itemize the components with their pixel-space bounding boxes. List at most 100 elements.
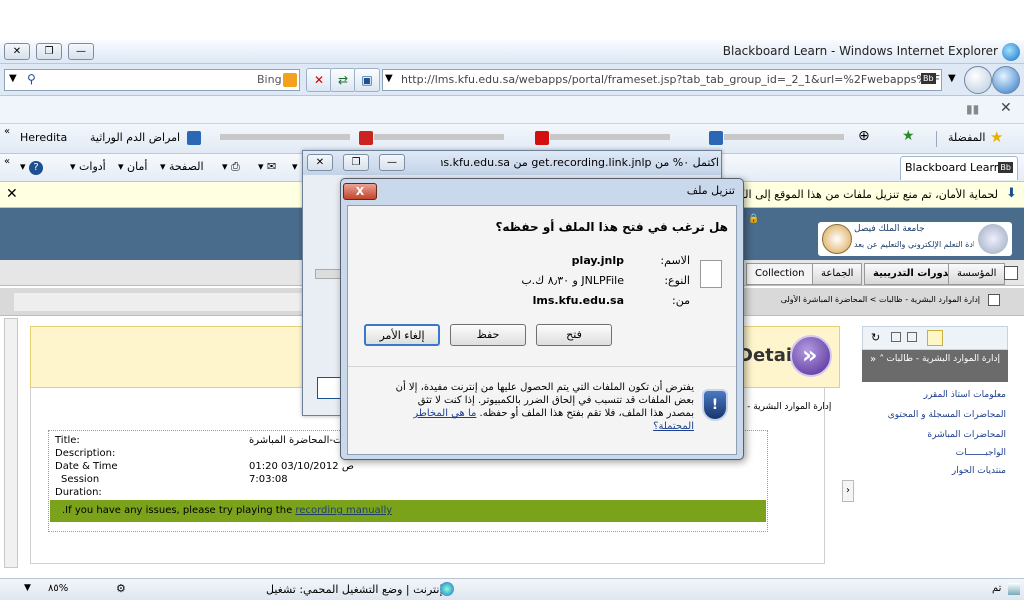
history-dropdown-icon[interactable]: ▼ — [948, 73, 956, 84]
zoom-dropdown-icon[interactable]: ▼ — [24, 583, 31, 593]
cmd-overflow-icon[interactable]: « — [4, 156, 10, 167]
search-icon[interactable]: ⚲ — [27, 72, 36, 86]
logo-line-1: جامعة الملك فيصل — [854, 224, 925, 234]
status-bar: ▼ ٨٥% ⚙ إنترنت | وضع التشغيل المحمي: تشغ… — [0, 578, 1024, 600]
progress-minimize-button[interactable]: — — [379, 154, 405, 171]
menu-view-icon[interactable] — [927, 330, 943, 346]
download-blocked-icon: ⬇ — [1006, 186, 1017, 201]
forward-button[interactable] — [964, 66, 992, 94]
left-scrollbar[interactable] — [4, 318, 18, 568]
university-logo[interactable]: جامعة الملك فيصل عمادة التعلم الإلكتروني… — [818, 222, 1012, 256]
type-label: النوع: — [664, 274, 690, 287]
sidebar-link-0[interactable]: معلومات استاذ المقرر — [924, 390, 1006, 400]
address-url[interactable]: http://lms.kfu.edu.sa/webapps/portal/fra… — [401, 73, 940, 86]
refresh-menu-icon[interactable]: ↻ — [871, 331, 880, 344]
favorites-button-label[interactable]: المفضلة — [948, 131, 985, 144]
print-icon[interactable]: ▾ ⎙ — [222, 160, 240, 174]
youtube-icon[interactable] — [535, 131, 549, 145]
site-badge-icon: Bb — [921, 73, 936, 84]
fav-item-hereditary[interactable]: Hereditа — [20, 131, 67, 144]
address-row: ▼ ⚲ Bing ✕ ⇄ ▣ ▼ http://lms.kfu.edu.sa/w… — [0, 64, 1024, 96]
mail-icon[interactable]: ▾ ✉ — [258, 160, 276, 173]
zoom-level[interactable]: ٨٥% — [48, 583, 68, 594]
security-zone[interactable]: إنترنت | وضع التشغيل المحمي: تشغيل — [266, 583, 443, 596]
help-icon[interactable]: ▾ ? — [20, 160, 44, 175]
ie-page-icon[interactable] — [709, 131, 723, 145]
date-label: Date & Time — [55, 461, 118, 472]
tools-menu[interactable]: ▾ أدوات — [70, 160, 106, 173]
course-menu-tools: ↻ — [862, 326, 1008, 350]
list-view-icon[interactable] — [907, 332, 917, 342]
sidebar-link-1[interactable]: المحاضرات المسجلة و المحتوى — [888, 410, 1006, 420]
cancel-button[interactable]: إلغاء الأمر — [364, 324, 440, 346]
favorites-overflow-icon[interactable]: « — [4, 126, 10, 137]
collapse-icon[interactable]: » ˄ — [870, 354, 884, 365]
folder-view-icon[interactable] — [891, 332, 901, 342]
save-button[interactable]: حفظ — [450, 324, 526, 346]
favorites-add-icon[interactable]: ★ — [902, 128, 915, 144]
file-icon — [700, 260, 722, 288]
browser-tab[interactable]: Blackboard Learn Bb — [900, 156, 1018, 180]
menu-toggle-icon[interactable] — [988, 294, 1000, 306]
back-button[interactable] — [992, 66, 1020, 94]
lock-icon: 🔒 — [748, 214, 760, 224]
dialog-titlebar: X تنزيل ملف — [341, 179, 743, 203]
protected-mode-icon: ⚙ — [116, 582, 126, 595]
fav-icon-red[interactable] — [359, 131, 373, 145]
sidebar-link-4[interactable]: منتديات الحوار — [952, 466, 1006, 476]
stop-button[interactable]: ✕ — [306, 68, 332, 92]
tab-institution[interactable]: المؤسسة — [948, 263, 1006, 285]
title-label: Title: — [55, 435, 80, 446]
expand-panel-icon[interactable]: › — [842, 480, 854, 502]
page-label: الصفحة — [169, 160, 204, 173]
ie-page-icon — [186, 131, 201, 145]
search-input[interactable]: ▼ ⚲ Bing — [4, 69, 300, 91]
fav-item-blood[interactable]: امراض الدم الوراثية — [90, 131, 204, 145]
minimize-window-button[interactable]: — — [68, 43, 94, 60]
refresh-button[interactable]: ⇄ — [330, 68, 356, 92]
add-favorites-icon[interactable]: ⊕ — [858, 128, 870, 144]
course-line: إدارة الموارد البشرية - ظ — [736, 402, 832, 412]
infobar-text[interactable]: لحماية الأمان، تم منع تنزيل ملفات من هذا… — [740, 188, 998, 201]
file-download-dialog: X تنزيل ملف هل ترغب في فتح هذا الملف أو … — [340, 178, 744, 460]
fav-item-hereditary-label: Hereditа — [20, 131, 68, 144]
favorites-star-icon[interactable]: ★ — [990, 128, 1003, 146]
window-titlebar: ✕ ❐ — Blackboard Learn - Windows Interne… — [0, 40, 1024, 64]
close-window-button[interactable]: ✕ — [4, 43, 30, 60]
toolbar-strip: ▮▮ ✕ — [0, 96, 1024, 124]
session-label: Session — [61, 474, 100, 485]
address-dropdown-icon[interactable]: ▼ — [385, 73, 393, 84]
grid-icon[interactable] — [1004, 266, 1018, 280]
close-infobar-icon[interactable]: ✕ — [6, 186, 18, 202]
description-label: Description: — [55, 448, 116, 459]
seal-icon — [978, 224, 1008, 254]
progress-restore-button[interactable]: ❐ — [343, 154, 369, 171]
address-input[interactable]: ▼ http://lms.kfu.edu.sa/webapps/portal/f… — [382, 69, 942, 91]
fav-item-blood-label: امراض الدم الوراثية — [90, 131, 181, 144]
internet-zone-icon — [440, 582, 454, 596]
dialog-close-button[interactable]: X — [343, 183, 377, 200]
status-done: تم — [992, 583, 1002, 594]
tab-community[interactable]: الجماعة — [812, 263, 863, 285]
breadcrumb-bg — [14, 293, 304, 311]
search-dropdown-icon[interactable]: ▼ — [9, 73, 17, 84]
warning-text: يفترض أن تكون الملفات التي يتم الحصول عل… — [392, 381, 694, 433]
tab-collection[interactable]: Collection — [746, 263, 814, 285]
redacted-fav — [220, 134, 350, 140]
from-label: من: — [672, 294, 690, 307]
dialog-body: هل ترغب في فتح هذا الملف أو حفظه؟ الاسم:… — [347, 205, 737, 455]
from-value: lms.kfu.edu.sa — [532, 294, 624, 307]
open-button[interactable]: فتح — [536, 324, 612, 346]
safety-menu[interactable]: ▾ أمان — [118, 160, 147, 173]
close-toolbar-icon[interactable]: ✕ — [1000, 100, 1012, 116]
compatibility-view-icon[interactable]: ▣ — [354, 68, 380, 92]
sidebar-link-2[interactable]: المحاضرات المباشرة — [927, 430, 1006, 440]
type-value: JNLPFile و ٨٫٣٠ ك.ب — [521, 274, 624, 287]
page-menu[interactable]: ▾ الصفحة — [160, 160, 204, 173]
course-menu-title: إدارة الموارد البشرية - طالبات — [886, 354, 1000, 364]
progress-close-button[interactable]: ✕ — [307, 154, 333, 171]
restore-window-button[interactable]: ❐ — [36, 43, 62, 60]
breadcrumb-text[interactable]: إدارة الموارد البشرية - ظالبات > المحاضر… — [740, 295, 980, 304]
sidebar-link-3[interactable]: الواجبـــــــات — [956, 448, 1006, 458]
recording-manual-link[interactable]: recording manually — [295, 505, 392, 516]
